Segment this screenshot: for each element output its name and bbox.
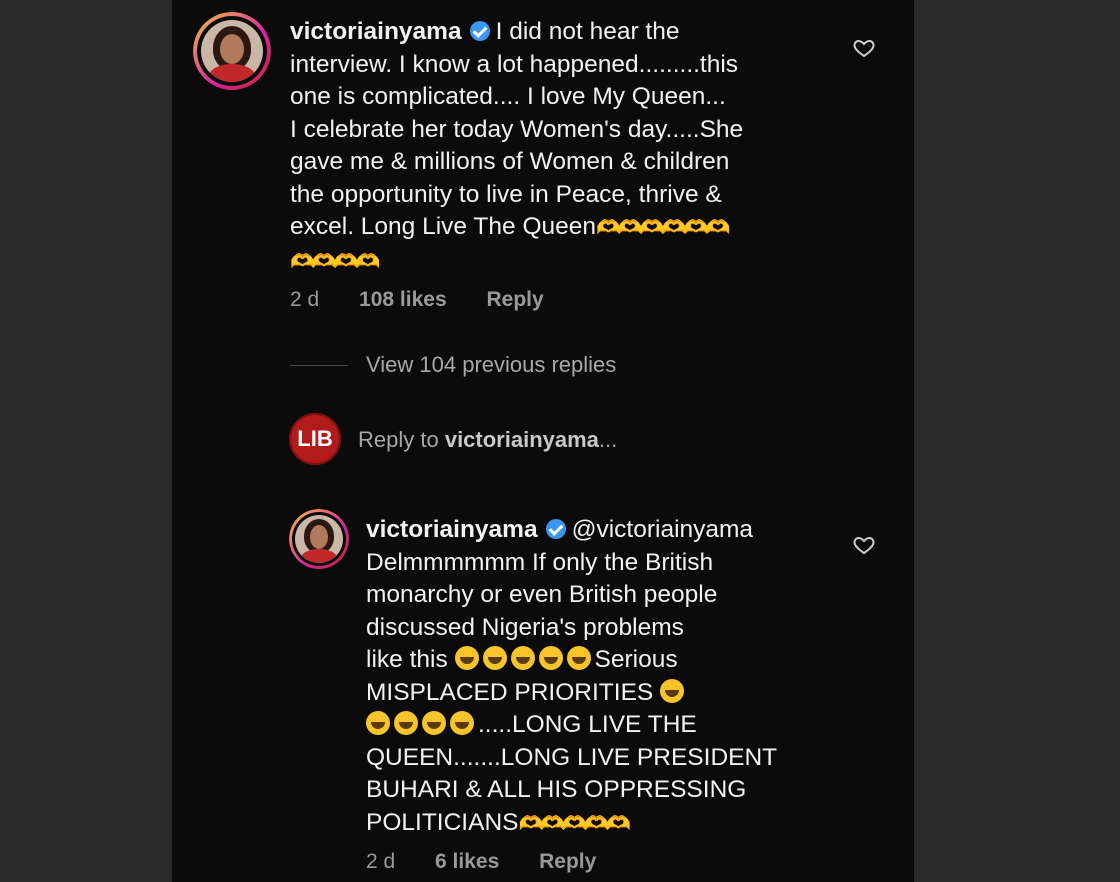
- reply-text-line: .....LONG LIVE THE: [478, 711, 697, 738]
- reply-text-line: discussed Nigeria's problems: [366, 613, 684, 641]
- reply-input[interactable]: Reply to victoriainyama...: [358, 427, 617, 453]
- reply-text-line: monarchy or even British people: [366, 581, 718, 608]
- reply-input-prefix: Reply to: [358, 427, 445, 452]
- grinning-squint-emoji: [660, 678, 685, 703]
- reply-text-line: Delmmmmmm If only the British: [366, 548, 714, 576]
- comment-text-line: the opportunity to live in Peace, thrive…: [290, 180, 722, 208]
- comment-text-line: interview. I know a lot happened........…: [290, 50, 739, 78]
- comment-text-line: I did not hear the: [495, 18, 680, 45]
- view-previous-replies[interactable]: View 104 previous replies: [366, 352, 616, 378]
- comment-text-line: gave me & millions of Women & children: [290, 148, 730, 175]
- comment-time: 2 d: [290, 288, 320, 311]
- heart-outline-icon[interactable]: [852, 36, 876, 60]
- reply-input-target: victoriainyama: [444, 427, 599, 452]
- reply-text-line: POLITICIANS: [366, 808, 519, 836]
- reply-time: 2 d: [366, 850, 396, 873]
- avatar-victoriainyama[interactable]: [289, 509, 349, 569]
- reply-text-line: BUHARI & ALL HIS OPPRESSING: [366, 776, 747, 803]
- comment-text-line: one is complicated.... I love My Queen..…: [290, 83, 726, 110]
- heart-hands-emoji: 🫶🫶🫶🫶🫶: [518, 812, 631, 835]
- reply-button[interactable]: Reply: [486, 288, 543, 311]
- reply-text-line: MISPLACED PRIORITIES: [366, 678, 654, 706]
- comment-likes[interactable]: 108 likes: [359, 288, 447, 311]
- heart-hands-emoji: 🫶🫶🫶🫶🫶🫶: [596, 217, 730, 239]
- heart-outline-icon[interactable]: [852, 533, 876, 557]
- reply-input-suffix: ...: [598, 427, 618, 452]
- current-user-avatar: LIB: [289, 413, 341, 465]
- reply-username[interactable]: victoriainyama: [366, 516, 538, 543]
- reply-button[interactable]: Reply: [539, 850, 596, 873]
- reply-text-line: like this: [366, 646, 448, 673]
- verified-badge-icon: [545, 519, 566, 539]
- reply-likes[interactable]: 6 likes: [435, 850, 499, 873]
- grinning-squint-emoji: [366, 711, 478, 738]
- heart-hands-emoji: 🫶🫶🫶🫶: [290, 250, 381, 273]
- grinning-squint-emoji: [454, 646, 595, 673]
- comment-text-line: I celebrate her today Women's day.....Sh…: [290, 115, 744, 143]
- reply-text-line: QUEEN.......LONG LIVE PRESIDENT: [366, 743, 778, 771]
- verified-badge-icon: [469, 21, 490, 41]
- comment-text-line: excel. Long Live The Queen: [290, 213, 597, 240]
- reply-mention[interactable]: @victoriainyama: [572, 516, 753, 543]
- replies-divider: [290, 365, 348, 366]
- reply-body: victoriainyama @victoriainyama Delmmmmmm …: [366, 514, 836, 840]
- comment-username[interactable]: victoriainyama: [290, 18, 462, 45]
- comment-body: victoriainyama I did not hear the intervi…: [290, 16, 850, 278]
- reply-text-line: Serious: [594, 646, 678, 673]
- comment-meta: 2 d 108 likes Reply: [290, 288, 544, 312]
- avatar-victoriainyama[interactable]: [193, 12, 271, 90]
- reply-meta: 2 d 6 likes Reply: [366, 850, 596, 874]
